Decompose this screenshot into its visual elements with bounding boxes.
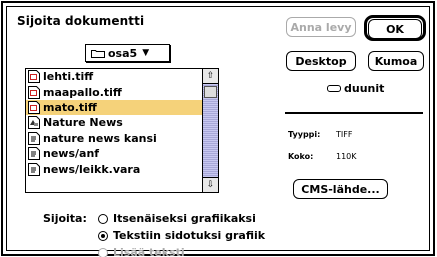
file-type-value: TIFF <box>336 130 353 139</box>
desktop-button[interactable]: Desktop <box>286 51 356 71</box>
file-name: mato.tiff <box>43 100 97 114</box>
tiff-document-icon <box>28 70 40 84</box>
chevron-down-icon: ▼ <box>142 48 150 58</box>
file-name: news/anf <box>43 147 100 161</box>
folder-popup-menu[interactable]: osa5 ▼ <box>85 44 170 62</box>
file-list[interactable]: lehti.tiff maapallo.tiff mato.tiff Nature N… <box>25 68 219 193</box>
volume-name: duunit <box>327 82 384 95</box>
radio-button <box>98 247 108 257</box>
place-document-dialog: Sijoita dokumentti osa5 ▼ lehti.tiff maap… <box>1 1 435 257</box>
radio-label: Itsenäiseksi grafiikaksi <box>113 212 256 225</box>
hard-disk-icon <box>327 85 341 92</box>
dialog-title: Sijoita dokumentti <box>17 14 145 28</box>
folder-popup-label: osa5 <box>108 46 138 60</box>
folder-icon <box>91 49 105 58</box>
file-list-items: lehti.tiff maapallo.tiff mato.tiff Nature N… <box>26 69 203 192</box>
scroll-thumb[interactable] <box>204 86 217 98</box>
file-name: maapallo.tiff <box>43 85 122 99</box>
text-document-icon <box>28 162 40 176</box>
tiff-document-icon <box>28 100 40 114</box>
file-type-label: Tyyppi: <box>288 130 321 139</box>
file-name: nature news kansi <box>43 131 157 145</box>
file-type-row: Tyyppi: TIFF <box>288 130 352 139</box>
radio-independent-graphic[interactable]: Itsenäiseksi grafiikaksi <box>98 212 256 225</box>
divider <box>285 112 423 114</box>
radio-inline-graphic[interactable]: Tekstiin sidotuksi grafiik <box>98 229 265 242</box>
file-name: news/leikk.vara <box>43 162 141 176</box>
cancel-button[interactable]: Kumoa <box>368 51 424 71</box>
file-list-item[interactable]: maapallo.tiff <box>26 84 203 99</box>
tiff-document-icon <box>28 85 40 99</box>
scroll-up-arrow-icon[interactable]: ⇧ <box>203 69 218 84</box>
file-list-item[interactable]: nature news kansi <box>26 131 203 146</box>
pagemaker-document-icon <box>28 116 40 130</box>
radio-add-text: Lisää teksti <box>98 246 185 257</box>
text-document-icon <box>28 147 40 161</box>
file-list-item[interactable]: lehti.tiff <box>26 69 203 84</box>
file-list-item[interactable]: news/leikk.vara <box>26 161 203 176</box>
scroll-track[interactable] <box>203 84 218 177</box>
volume-label: duunit <box>344 82 385 95</box>
scroll-down-arrow-icon[interactable]: ⇩ <box>203 177 218 192</box>
text-document-icon <box>28 131 40 145</box>
ok-button[interactable]: OK <box>368 19 422 39</box>
file-size-value: 110K <box>336 152 357 161</box>
radio-label: Tekstiin sidotuksi grafiik <box>113 229 266 242</box>
cms-source-button[interactable]: CMS-lähde... <box>293 179 388 199</box>
file-size-label: Koko: <box>288 152 314 161</box>
eject-disk-button[interactable]: Anna levy <box>286 17 356 37</box>
file-list-scrollbar[interactable]: ⇧ ⇩ <box>202 69 218 192</box>
file-list-item[interactable]: news/anf <box>26 146 203 161</box>
radio-button[interactable] <box>98 230 108 241</box>
file-list-item[interactable]: Nature News <box>26 115 203 130</box>
placement-label: Sijoita: <box>43 212 87 225</box>
file-size-row: Koko: 110K <box>288 152 357 161</box>
file-name: Nature News <box>43 116 123 130</box>
radio-label: Lisää teksti <box>113 246 185 257</box>
file-name: lehti.tiff <box>43 70 94 84</box>
radio-button[interactable] <box>98 213 108 224</box>
file-list-item[interactable]: mato.tiff <box>26 99 203 116</box>
